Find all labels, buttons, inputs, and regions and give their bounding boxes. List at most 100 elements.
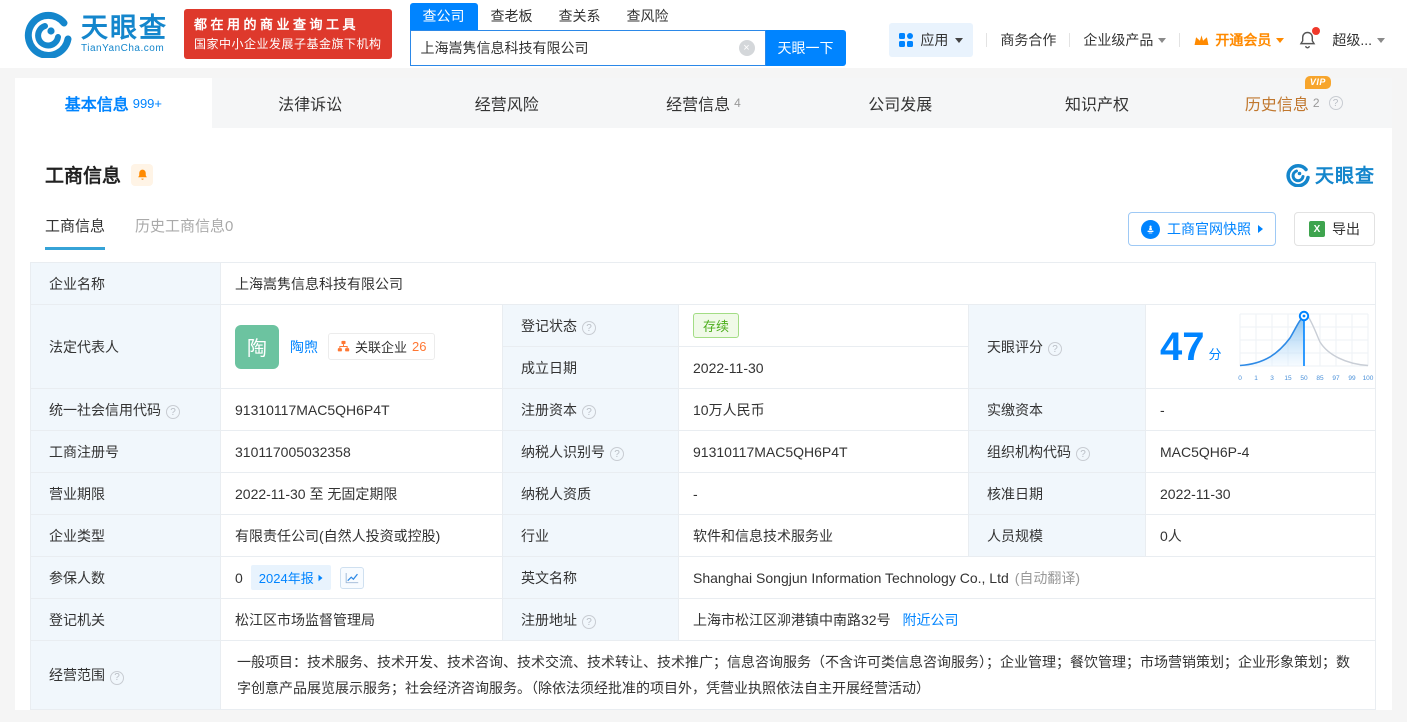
annual-report-badge[interactable]: 2024年报 <box>250 565 331 590</box>
tab-development-label: 公司发展 <box>868 97 933 114</box>
business-info-card: 工商信息 天眼查 工商信息 历史工商信息0 工商官网快照 X 导出 企业名称 上… <box>15 128 1392 710</box>
search-clear-icon[interactable] <box>738 40 755 56</box>
field-value-taxpayer-id: 91310117MAC5QH6P4T <box>678 430 969 473</box>
nav-enterprise[interactable]: 企业级产品 <box>1083 30 1167 50</box>
divider <box>1179 33 1181 47</box>
field-label-taxpayer-quality: 纳税人资质 <box>502 472 679 515</box>
field-label-paid-capital: 实缴资本 <box>968 388 1146 431</box>
tab-history-label: 历史信息 <box>1244 97 1309 114</box>
status-badge: 存续 <box>693 313 740 338</box>
score-label-text: 天眼评分 <box>987 338 1043 355</box>
apps-grid-icon <box>899 33 914 47</box>
field-value-score: 47 分 0 1 3 15 50 85 97 99 100 <box>1144 304 1377 389</box>
help-icon[interactable] <box>582 615 596 629</box>
slogan-line2: 国家中小企业发展子基金旗下机构 <box>194 36 382 51</box>
nav-vip[interactable]: 开通会员 <box>1193 30 1285 50</box>
field-label-reg-capital: 注册资本 <box>502 388 679 431</box>
table-row: 法定代表人 陶 陶煦 关联企业 26 登记状态? 存续 天眼评分? 47 分 0… <box>30 304 1377 389</box>
logo-domain: TianYanCha.com <box>81 42 165 54</box>
tab-operation-label: 经营信息 <box>666 97 731 114</box>
chart-tick: 99 <box>1348 375 1356 382</box>
watermark-text: 天眼查 <box>1314 166 1375 187</box>
field-value-company-name: 上海嵩隽信息科技有限公司 <box>219 262 1377 305</box>
tab-ip[interactable]: 知识产权 <box>999 78 1196 128</box>
export-label: 导出 <box>1332 221 1360 237</box>
search-tab-company[interactable]: 查公司 <box>409 3 478 30</box>
annual-report-label: 2024年报 <box>258 571 314 586</box>
field-value-reg-number: 310117005032358 <box>220 430 503 473</box>
taxpayer-id-label-text: 纳税人识别号 <box>521 443 605 460</box>
search-tab-risk[interactable]: 查风险 <box>614 3 682 30</box>
help-icon[interactable] <box>166 405 180 419</box>
tab-legal[interactable]: 法律诉讼 <box>212 78 409 128</box>
related-companies-badge[interactable]: 关联企业 26 <box>328 333 436 360</box>
field-value-reg-authority: 松江区市场监督管理局 <box>220 598 503 641</box>
field-value-industry: 软件和信息技术服务业 <box>678 514 969 557</box>
field-value-business-term: 2022-11-30 至 无固定期限 <box>220 472 503 515</box>
related-companies-label: 关联企业 <box>355 340 408 355</box>
divider <box>1069 33 1071 47</box>
nearby-companies-link[interactable]: 附近公司 <box>902 612 958 628</box>
subtab-history-business-info[interactable]: 历史工商信息0 <box>135 215 233 250</box>
legal-rep-name-link[interactable]: 陶煦 <box>290 337 318 357</box>
tab-basic-info[interactable]: 基本信息 999+ <box>15 78 212 128</box>
chevron-down-icon <box>955 37 964 43</box>
table-row: 工商注册号 310117005032358 纳税人识别号 91310117MAC… <box>30 430 1377 473</box>
insured-count: 0 <box>235 569 243 586</box>
field-label-legal-rep: 法定代表人 <box>30 304 221 389</box>
search-tab-relation[interactable]: 查关系 <box>546 3 614 30</box>
official-snapshot-button[interactable]: 工商官网快照 <box>1128 212 1276 246</box>
tab-development[interactable]: 公司发展 <box>802 78 999 128</box>
monitor-bell-chip[interactable] <box>131 163 154 186</box>
help-icon[interactable] <box>582 405 596 419</box>
export-button[interactable]: 导出 <box>1294 212 1375 246</box>
subtab-business-info[interactable]: 工商信息 <box>45 215 106 250</box>
score-value: 47 <box>1160 324 1205 369</box>
search-submit-button[interactable]: 天眼一下 <box>765 30 846 66</box>
search-tab-boss[interactable]: 查老板 <box>478 3 546 30</box>
table-row: 经营范围 一般项目：技术服务、技术开发、技术咨询、技术交流、技术转让、技术推广；… <box>30 640 1377 710</box>
help-icon[interactable] <box>1048 342 1062 356</box>
chart-tick: 0 <box>1238 375 1242 382</box>
field-value-paid-capital: - <box>1144 388 1377 431</box>
tab-operation[interactable]: 经营信息 4 <box>605 78 802 128</box>
nav-vip-label: 开通会员 <box>1215 32 1272 48</box>
field-label-taxpayer-id: 纳税人识别号 <box>502 430 679 473</box>
tab-basic-label: 基本信息 <box>64 97 129 114</box>
notification-dot <box>1312 27 1321 35</box>
notification-bell[interactable] <box>1297 27 1321 51</box>
nav-account[interactable]: 超级... <box>1332 30 1385 50</box>
help-icon[interactable] <box>1076 447 1090 461</box>
field-label-english-name: 英文名称 <box>502 556 679 599</box>
trend-chart-button[interactable] <box>339 566 364 589</box>
field-label-reg-address: 注册地址 <box>502 598 679 641</box>
arrow-right-icon <box>1258 225 1263 233</box>
chevron-down-icon <box>1377 37 1385 43</box>
divider <box>986 33 988 47</box>
tab-risk[interactable]: 经营风险 <box>408 78 605 128</box>
field-label-industry: 行业 <box>502 514 679 557</box>
table-row: 企业类型 有限责任公司(自然人投资或控股) 行业 软件和信息技术服务业 人员规模… <box>30 514 1377 557</box>
logo-title: 天眼查 <box>81 12 168 43</box>
search-input[interactable] <box>420 40 739 56</box>
nav-apps[interactable]: 应用 <box>889 23 974 57</box>
legal-rep-avatar[interactable]: 陶 <box>235 324 279 369</box>
section-title: 工商信息 <box>45 166 122 187</box>
org-code-label-text: 组织机构代码 <box>987 443 1071 460</box>
field-value-legal-rep: 陶 陶煦 关联企业 26 <box>220 304 503 389</box>
help-icon[interactable] <box>610 447 624 461</box>
help-icon[interactable] <box>582 321 596 335</box>
stamp-icon <box>1141 219 1160 239</box>
crown-icon <box>1194 35 1209 46</box>
tab-history[interactable]: 历史信息 VIP 2 <box>1195 76 1392 128</box>
auto-translate-note: (自动翻译) <box>1014 569 1081 586</box>
org-structure-icon <box>337 340 350 352</box>
related-companies-count: 26 <box>412 339 427 354</box>
help-icon[interactable] <box>1328 96 1343 110</box>
nav-cooperation[interactable]: 商务合作 <box>1000 30 1056 50</box>
field-label-establish-date: 成立日期 <box>502 346 679 389</box>
chevron-down-icon <box>1158 37 1167 43</box>
tianyancha-logo[interactable]: 天眼查 TianYanCha.com <box>24 10 168 58</box>
help-icon[interactable] <box>110 670 124 685</box>
nav-enterprise-label: 企业级产品 <box>1083 32 1154 48</box>
